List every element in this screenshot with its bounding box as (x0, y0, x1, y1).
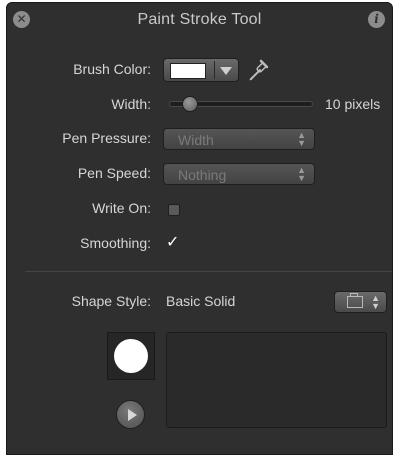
section-divider (25, 271, 392, 272)
up-down-arrows-icon: ▲ ▼ (371, 293, 380, 311)
color-well-divider (214, 61, 215, 79)
chevron-down-icon[interactable] (220, 67, 232, 75)
shape-style-preview (166, 332, 387, 428)
play-triangle (128, 409, 137, 421)
paint-stroke-tool-panel: ✕ Paint Stroke Tool i Brush Color: Width… (6, 2, 393, 455)
shape-style-label: Shape Style: (71, 293, 151, 309)
width-label: Width: (111, 96, 151, 112)
pen-pressure-value: Width (178, 132, 214, 148)
brush-preview-dot (114, 339, 148, 373)
brush-color-label: Brush Color: (73, 61, 151, 77)
brush-color-swatch[interactable] (170, 63, 206, 79)
pen-speed-popup[interactable]: Nothing ▲ ▼ (163, 163, 315, 185)
window-title: Paint Stroke Tool (137, 11, 262, 28)
title-bar: ✕ Paint Stroke Tool i (7, 3, 392, 39)
brush-preview-well (107, 332, 155, 380)
up-down-arrows-icon: ▲ ▼ (297, 130, 306, 148)
brush-color-well[interactable] (163, 58, 239, 82)
smoothing-checkbox[interactable]: ✓ (166, 234, 179, 250)
width-slider-thumb[interactable] (181, 96, 198, 112)
pen-pressure-popup[interactable]: Width ▲ ▼ (163, 128, 315, 150)
up-down-arrows-icon: ▲ ▼ (297, 165, 306, 183)
write-on-checkbox[interactable] (168, 204, 180, 216)
pen-pressure-label: Pen Pressure: (62, 130, 151, 146)
info-icon[interactable]: i (368, 11, 385, 28)
shape-style-library-button[interactable]: ▲ ▼ (334, 291, 387, 313)
write-on-label: Write On: (92, 200, 151, 216)
shape-style-value: Basic Solid (166, 293, 236, 309)
pen-speed-label: Pen Speed: (77, 165, 151, 181)
folder-icon (347, 293, 363, 308)
width-value: 10 pixels (325, 96, 381, 112)
smoothing-label: Smoothing: (80, 235, 151, 251)
play-icon[interactable] (116, 400, 145, 429)
pen-speed-value: Nothing (178, 167, 227, 183)
eyedropper-icon[interactable] (247, 58, 269, 82)
